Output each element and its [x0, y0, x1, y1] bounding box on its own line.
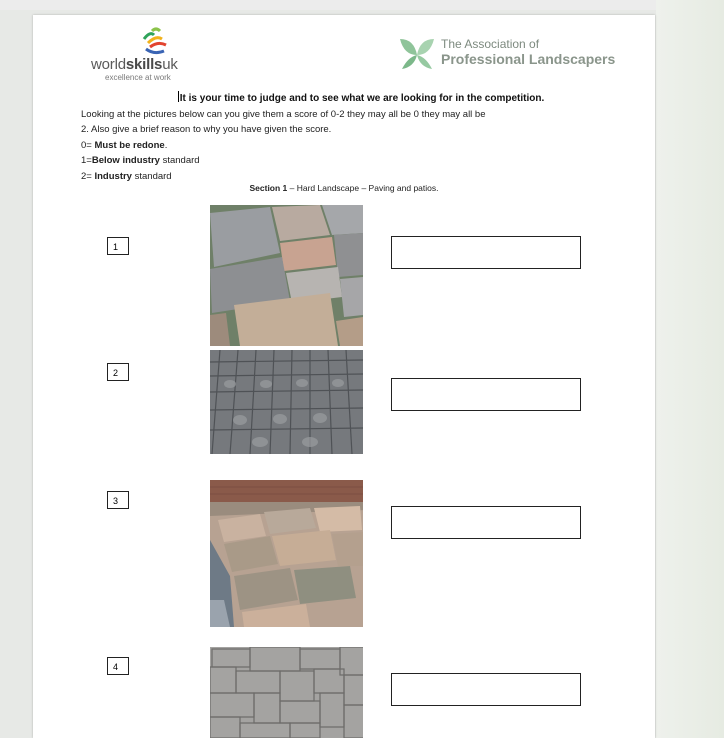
paving-image [210, 480, 363, 627]
intro-heading: It is your time to judge and to see what… [179, 93, 545, 104]
worldskills-logo: worldskillsuk excellence at work [91, 25, 211, 85]
intro-line-2: 2. Also give a brief reason to why you h… [81, 124, 332, 135]
intro-heading-line: It is your time to judge and to see what… [81, 91, 641, 107]
paving-photo-2 [210, 350, 363, 454]
apl-name-line1: The Association of [441, 37, 540, 51]
score-2-line: 2= Industry standard [81, 170, 172, 182]
item-number-box: 1 [107, 237, 129, 255]
section-heading: Section 1 – Hard Landscape – Paving and … [249, 183, 439, 193]
apl-name-line2: Professional Landscapers [441, 51, 616, 67]
paving-image [210, 350, 363, 454]
worldskills-wordmark: worldskillsuk [91, 56, 178, 73]
intro-line-1: Looking at the pictures below can you gi… [81, 108, 486, 120]
apl-logo: The Association of Professional Landscap… [398, 35, 628, 75]
paving-image [210, 205, 363, 346]
paving-photo-4 [210, 647, 363, 738]
score-answer-box-4[interactable] [391, 673, 581, 706]
leaf-icon [400, 39, 434, 69]
score-answer-box-3[interactable] [391, 506, 581, 539]
item-number-box: 2 [107, 363, 129, 381]
paving-photo-1 [210, 205, 363, 346]
desk-background-right [656, 0, 724, 738]
window-top-strip [0, 0, 724, 10]
worldskills-hand-icon [142, 27, 167, 55]
item-number-box: 3 [107, 491, 129, 509]
document-page: worldskillsuk excellence at work The Ass… [33, 15, 655, 738]
score-1-line: 1=Below industry standard [81, 155, 200, 166]
score-0-line: 0= Must be redone. [81, 139, 168, 151]
item-number-box: 4 [107, 657, 129, 675]
intro-text-block: It is your time to judge and to see what… [81, 91, 641, 184]
worldskills-tagline: excellence at work [105, 73, 171, 82]
score-answer-box-2[interactable] [391, 378, 581, 411]
text-cursor [177, 91, 179, 102]
score-answer-box-1[interactable] [391, 236, 581, 269]
paving-photo-3 [210, 480, 363, 627]
paving-image [210, 647, 363, 738]
